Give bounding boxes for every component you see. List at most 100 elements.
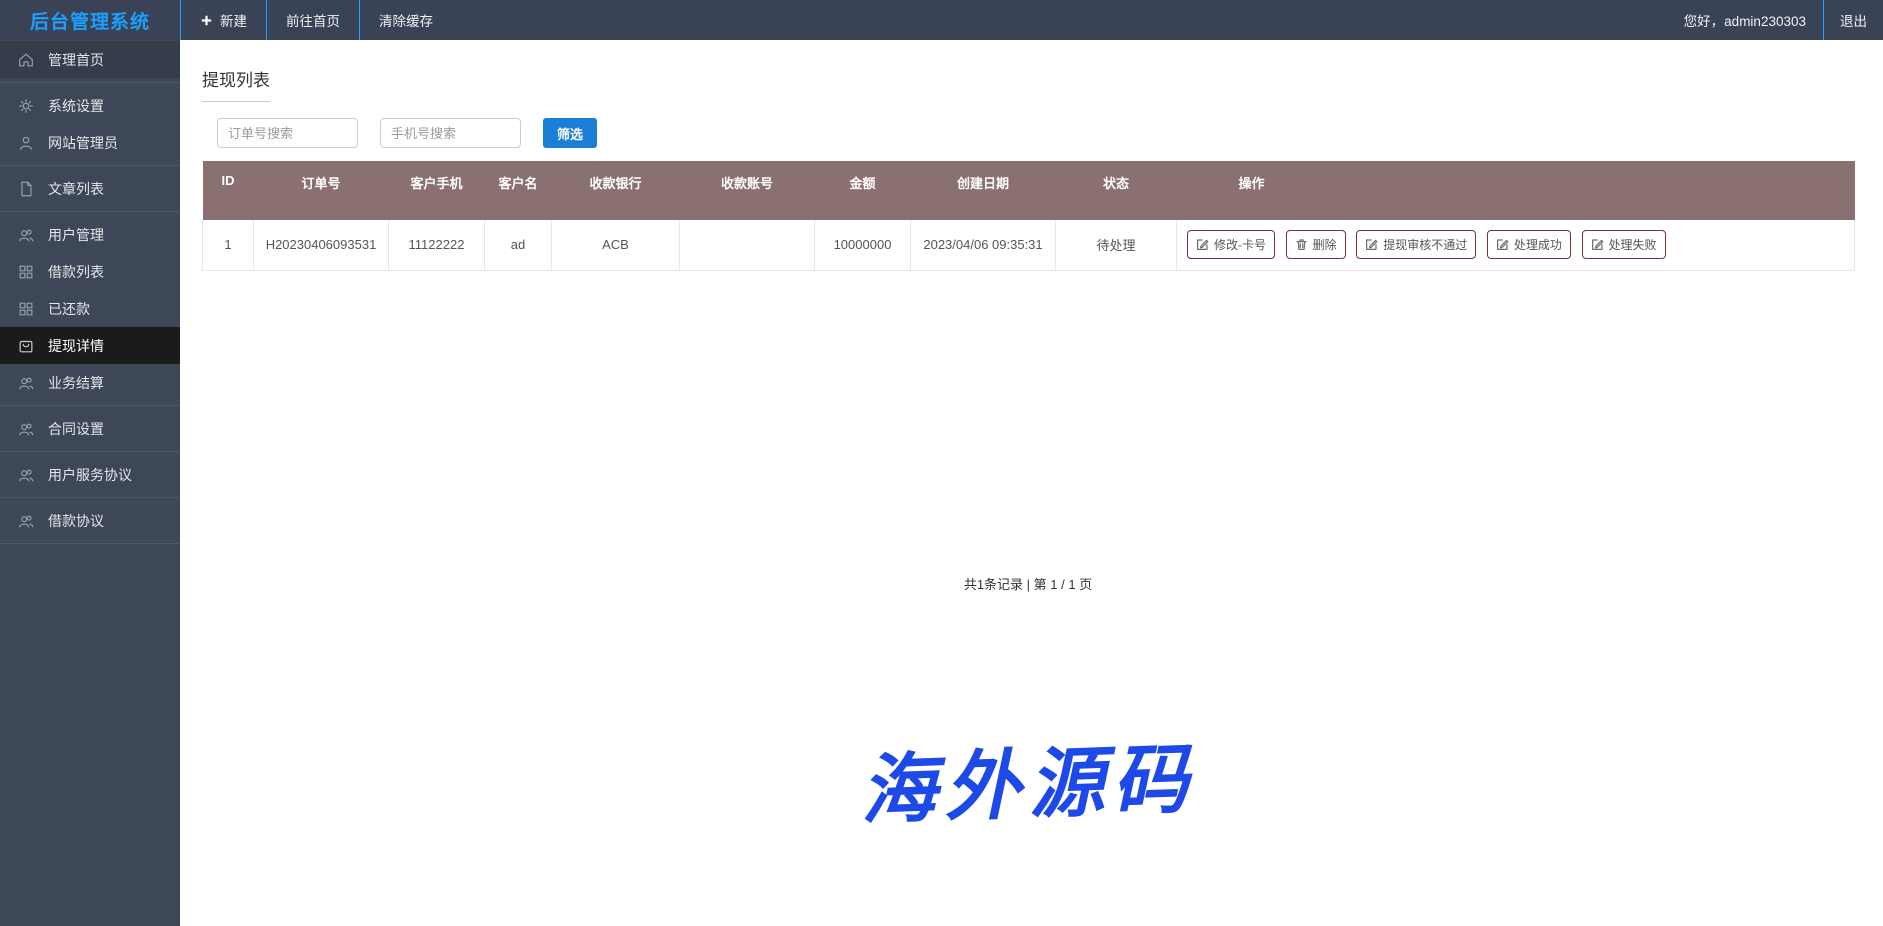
header-created: 创建日期 xyxy=(911,161,1056,220)
header-name: 客户名 xyxy=(485,161,552,220)
header-account: 收款账号 xyxy=(680,161,815,220)
bag-icon xyxy=(17,337,35,355)
sidebar-item-loan-list[interactable]: 借款列表 xyxy=(0,253,180,290)
topbar-spacer xyxy=(452,0,1667,40)
new-button[interactable]: 新建 xyxy=(180,0,266,40)
sidebar-item-article-list[interactable]: 文章列表 xyxy=(0,170,180,207)
sidebar-item-site-admin[interactable]: 网站管理员 xyxy=(0,124,180,161)
phone-search-input[interactable] xyxy=(380,118,521,148)
action-process-fail-button[interactable]: 处理失败 xyxy=(1582,230,1666,259)
sidebar-item-label: 管理首页 xyxy=(48,50,104,70)
cell-name: ad xyxy=(485,220,552,270)
sidebar-item-business-settlement[interactable]: 业务结算 xyxy=(0,364,180,401)
header-bank: 收款银行 xyxy=(552,161,680,220)
filter-button[interactable]: 筛选 xyxy=(543,118,597,148)
cell-bank: ACB xyxy=(552,220,680,270)
order-search-input[interactable] xyxy=(217,118,358,148)
topbar: 后台管理系统 新建 前往首页 清除缓存 您好，admin230303 退出 xyxy=(0,0,1883,40)
users-icon xyxy=(17,374,35,392)
sidebar-item-label: 用户管理 xyxy=(48,225,104,245)
logout-button[interactable]: 退出 xyxy=(1823,0,1883,40)
sidebar-item-label: 借款列表 xyxy=(48,262,104,282)
sidebar-divider xyxy=(0,451,180,452)
sidebar-item-system-settings[interactable]: 系统设置 xyxy=(0,87,180,124)
gear-icon xyxy=(17,97,35,115)
action-process-success-button[interactable]: 处理成功 xyxy=(1487,230,1571,259)
header-id: ID xyxy=(203,161,254,220)
sidebar-item-repaid[interactable]: 已还款 xyxy=(0,290,180,327)
action-delete-button[interactable]: 删除 xyxy=(1286,230,1346,259)
header-status: 状态 xyxy=(1056,161,1177,220)
edit-icon xyxy=(1496,238,1509,251)
sidebar-item-contract-settings[interactable]: 合同设置 xyxy=(0,410,180,447)
home-icon xyxy=(17,51,35,69)
sidebar-item-withdraw-details[interactable]: 提现详情 xyxy=(0,327,180,364)
sidebar-divider xyxy=(0,82,180,83)
action-label: 处理成功 xyxy=(1514,236,1562,253)
action-label: 处理失败 xyxy=(1609,236,1657,253)
sidebar-item-label: 借款协议 xyxy=(48,511,104,531)
new-button-label: 新建 xyxy=(220,10,247,30)
sidebar-item-label: 用户服务协议 xyxy=(48,465,132,485)
cell-order-no: H20230406093531 xyxy=(254,220,389,270)
search-toolbar: 筛选 xyxy=(217,118,1861,148)
header-phone: 客户手机 xyxy=(389,161,485,220)
sidebar-item-home[interactable]: 管理首页 xyxy=(0,41,180,78)
cell-created: 2023/04/06 09:35:31 xyxy=(911,220,1056,270)
sidebar-item-loan-agreement[interactable]: 借款协议 xyxy=(0,502,180,539)
grid-icon xyxy=(17,300,35,318)
sidebar-item-label: 提现详情 xyxy=(48,336,104,356)
edit-icon xyxy=(1196,238,1209,251)
user-greeting: 您好，admin230303 xyxy=(1667,0,1823,40)
clear-cache-button[interactable]: 清除缓存 xyxy=(359,0,452,40)
sidebar: 管理首页 系统设置 网站管理员 文章列表 xyxy=(0,40,180,926)
main-content: 提现列表 筛选 ID 订单号 客户手机 客户名 收款银行 xyxy=(180,40,1883,926)
go-frontend-button[interactable]: 前往首页 xyxy=(266,0,359,40)
sidebar-item-label: 系统设置 xyxy=(48,96,104,116)
action-label: 删除 xyxy=(1313,236,1337,253)
table-header-row: ID 订单号 客户手机 客户名 收款银行 收款账号 金额 创建日期 状态 操作 xyxy=(203,161,1855,220)
plus-icon xyxy=(200,14,213,27)
header-actions: 操作 xyxy=(1177,161,1855,220)
sidebar-item-label: 业务结算 xyxy=(48,373,104,393)
app-brand: 后台管理系统 xyxy=(0,0,180,40)
file-icon xyxy=(17,180,35,198)
sidebar-divider xyxy=(0,497,180,498)
cell-actions: 修改-卡号 删除 xyxy=(1177,220,1855,270)
withdraw-table: ID 订单号 客户手机 客户名 收款银行 收款账号 金额 创建日期 状态 操作 … xyxy=(202,161,1855,271)
grid-icon xyxy=(17,263,35,281)
action-audit-reject-button[interactable]: 提现审核不通过 xyxy=(1356,230,1476,259)
header-order-no: 订单号 xyxy=(254,161,389,220)
users-icon xyxy=(17,512,35,530)
page-title: 提现列表 xyxy=(202,66,270,102)
pagination-info: 共1条记录 | 第 1 / 1 页 xyxy=(202,574,1854,593)
sidebar-divider xyxy=(0,211,180,212)
sidebar-divider xyxy=(0,405,180,406)
sidebar-item-user-management[interactable]: 用户管理 xyxy=(0,216,180,253)
watermark-text: 海外源码 xyxy=(201,694,1856,862)
edit-icon xyxy=(1365,238,1378,251)
sidebar-divider xyxy=(0,543,180,544)
sidebar-item-user-service-agreement[interactable]: 用户服务协议 xyxy=(0,456,180,493)
table-row: 1 H20230406093531 11122222 ad ACB 100000… xyxy=(203,220,1855,270)
cell-phone: 11122222 xyxy=(389,220,485,270)
go-frontend-label: 前往首页 xyxy=(286,10,340,30)
users-icon xyxy=(17,466,35,484)
cell-account xyxy=(680,220,815,270)
action-edit-card-button[interactable]: 修改-卡号 xyxy=(1187,230,1275,259)
sidebar-divider xyxy=(0,165,180,166)
sidebar-item-label: 已还款 xyxy=(48,299,90,319)
action-label: 提现审核不通过 xyxy=(1383,236,1467,253)
user-icon xyxy=(17,134,35,152)
sidebar-item-label: 文章列表 xyxy=(48,179,104,199)
header-amount: 金额 xyxy=(815,161,911,220)
cell-amount: 10000000 xyxy=(815,220,911,270)
cell-status: 待处理 xyxy=(1056,220,1177,270)
cell-id: 1 xyxy=(203,220,254,270)
edit-icon xyxy=(1591,238,1604,251)
sidebar-item-label: 合同设置 xyxy=(48,419,104,439)
trash-icon xyxy=(1295,238,1308,251)
users-icon xyxy=(17,420,35,438)
users-icon xyxy=(17,226,35,244)
sidebar-item-label: 网站管理员 xyxy=(48,133,118,153)
